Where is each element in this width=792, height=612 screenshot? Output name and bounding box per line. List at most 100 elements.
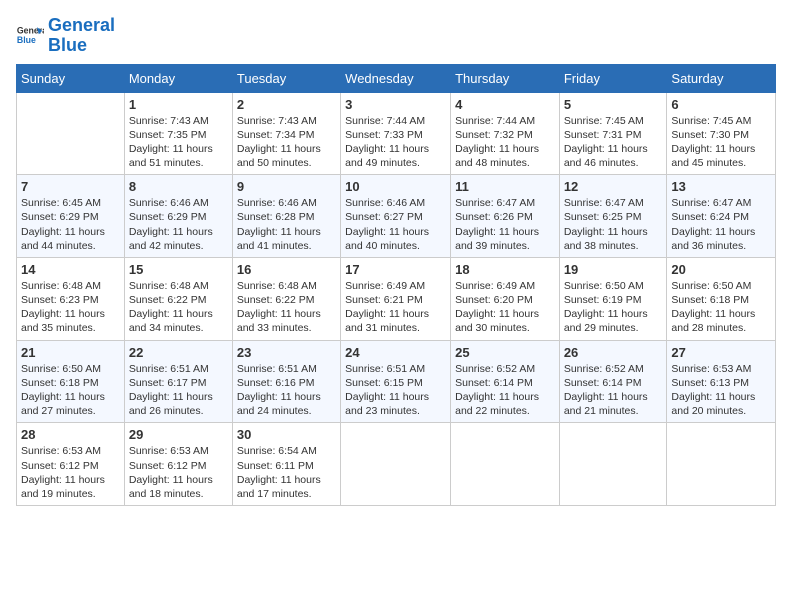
day-cell: 7 Sunrise: 6:45 AMSunset: 6:29 PMDaylight… — [17, 175, 125, 258]
day-info: Sunrise: 6:53 AMSunset: 6:12 PMDaylight:… — [21, 444, 120, 501]
day-info: Sunrise: 6:51 AMSunset: 6:15 PMDaylight:… — [345, 362, 446, 419]
day-info: Sunrise: 6:46 AMSunset: 6:29 PMDaylight:… — [129, 196, 228, 253]
day-cell: 22Sunrise: 6:51 AMSunset: 6:17 PMDayligh… — [124, 340, 232, 423]
calendar-header: SundayMondayTuesdayWednesdayThursdayFrid… — [17, 64, 776, 92]
day-cell: 10 Sunrise: 6:46 AMSunset: 6:27 PMDayligh… — [341, 175, 451, 258]
header-cell-saturday: Saturday — [667, 64, 776, 92]
day-number: 9 — [237, 179, 336, 194]
header-cell-wednesday: Wednesday — [341, 64, 451, 92]
header-cell-monday: Monday — [124, 64, 232, 92]
day-info: Sunrise: 7:45 AMSunset: 7:31 PMDaylight:… — [564, 114, 663, 171]
header-cell-friday: Friday — [559, 64, 667, 92]
day-cell: 16Sunrise: 6:48 AMSunset: 6:22 PMDayligh… — [232, 257, 340, 340]
day-number: 21 — [21, 345, 120, 360]
day-info: Sunrise: 6:47 AMSunset: 6:24 PMDaylight:… — [671, 196, 771, 253]
day-info: Sunrise: 7:43 AMSunset: 7:35 PMDaylight:… — [129, 114, 228, 171]
day-number: 26 — [564, 345, 663, 360]
week-row-2: 7 Sunrise: 6:45 AMSunset: 6:29 PMDaylight… — [17, 175, 776, 258]
day-info: Sunrise: 6:49 AMSunset: 6:20 PMDaylight:… — [455, 279, 555, 336]
day-info: Sunrise: 7:43 AMSunset: 7:34 PMDaylight:… — [237, 114, 336, 171]
day-info: Sunrise: 6:52 AMSunset: 6:14 PMDaylight:… — [455, 362, 555, 419]
day-number: 16 — [237, 262, 336, 277]
day-cell: 11 Sunrise: 6:47 AMSunset: 6:26 PMDayligh… — [451, 175, 560, 258]
day-cell: 23 Sunrise: 6:51 AMSunset: 6:16 PMDayligh… — [232, 340, 340, 423]
day-cell: 12Sunrise: 6:47 AMSunset: 6:25 PMDayligh… — [559, 175, 667, 258]
day-number: 15 — [129, 262, 228, 277]
calendar-body: 1 Sunrise: 7:43 AMSunset: 7:35 PMDaylight… — [17, 92, 776, 505]
header-row: SundayMondayTuesdayWednesdayThursdayFrid… — [17, 64, 776, 92]
day-cell — [17, 92, 125, 175]
day-info: Sunrise: 7:44 AMSunset: 7:33 PMDaylight:… — [345, 114, 446, 171]
logo: General Blue GeneralBlue — [16, 16, 115, 56]
day-number: 11 — [455, 179, 555, 194]
day-number: 13 — [671, 179, 771, 194]
day-info: Sunrise: 6:47 AMSunset: 6:26 PMDaylight:… — [455, 196, 555, 253]
day-number: 5 — [564, 97, 663, 112]
calendar-table: SundayMondayTuesdayWednesdayThursdayFrid… — [16, 64, 776, 506]
day-number: 28 — [21, 427, 120, 442]
day-cell — [451, 423, 560, 506]
day-number: 27 — [671, 345, 771, 360]
day-info: Sunrise: 6:51 AMSunset: 6:17 PMDaylight:… — [129, 362, 228, 419]
day-info: Sunrise: 6:46 AMSunset: 6:27 PMDaylight:… — [345, 196, 446, 253]
day-cell: 26 Sunrise: 6:52 AMSunset: 6:14 PMDayligh… — [559, 340, 667, 423]
day-cell: 15 Sunrise: 6:48 AMSunset: 6:22 PMDayligh… — [124, 257, 232, 340]
day-cell: 5 Sunrise: 7:45 AMSunset: 7:31 PMDaylight… — [559, 92, 667, 175]
day-cell: 13 Sunrise: 6:47 AMSunset: 6:24 PMDayligh… — [667, 175, 776, 258]
week-row-3: 14Sunrise: 6:48 AMSunset: 6:23 PMDayligh… — [17, 257, 776, 340]
day-cell: 28 Sunrise: 6:53 AMSunset: 6:12 PMDayligh… — [17, 423, 125, 506]
day-cell: 1 Sunrise: 7:43 AMSunset: 7:35 PMDaylight… — [124, 92, 232, 175]
day-info: Sunrise: 7:45 AMSunset: 7:30 PMDaylight:… — [671, 114, 771, 171]
day-cell — [559, 423, 667, 506]
day-info: Sunrise: 6:48 AMSunset: 6:23 PMDaylight:… — [21, 279, 120, 336]
day-info: Sunrise: 6:51 AMSunset: 6:16 PMDaylight:… — [237, 362, 336, 419]
header-cell-tuesday: Tuesday — [232, 64, 340, 92]
day-cell: 27 Sunrise: 6:53 AMSunset: 6:13 PMDayligh… — [667, 340, 776, 423]
day-cell: 30Sunrise: 6:54 AMSunset: 6:11 PMDayligh… — [232, 423, 340, 506]
day-cell: 9 Sunrise: 6:46 AMSunset: 6:28 PMDaylight… — [232, 175, 340, 258]
day-number: 10 — [345, 179, 446, 194]
day-info: Sunrise: 6:53 AMSunset: 6:12 PMDaylight:… — [129, 444, 228, 501]
day-cell: 19 Sunrise: 6:50 AMSunset: 6:19 PMDayligh… — [559, 257, 667, 340]
day-number: 3 — [345, 97, 446, 112]
logo-icon: General Blue — [16, 22, 44, 50]
day-number: 12 — [564, 179, 663, 194]
day-cell: 3 Sunrise: 7:44 AMSunset: 7:33 PMDaylight… — [341, 92, 451, 175]
day-cell: 21 Sunrise: 6:50 AMSunset: 6:18 PMDayligh… — [17, 340, 125, 423]
day-info: Sunrise: 6:50 AMSunset: 6:18 PMDaylight:… — [21, 362, 120, 419]
day-number: 23 — [237, 345, 336, 360]
day-cell: 25 Sunrise: 6:52 AMSunset: 6:14 PMDayligh… — [451, 340, 560, 423]
day-number: 4 — [455, 97, 555, 112]
day-cell: 4Sunrise: 7:44 AMSunset: 7:32 PMDaylight… — [451, 92, 560, 175]
day-number: 7 — [21, 179, 120, 194]
day-cell: 20Sunrise: 6:50 AMSunset: 6:18 PMDayligh… — [667, 257, 776, 340]
day-cell: 24Sunrise: 6:51 AMSunset: 6:15 PMDayligh… — [341, 340, 451, 423]
day-info: Sunrise: 6:48 AMSunset: 6:22 PMDaylight:… — [129, 279, 228, 336]
day-cell — [667, 423, 776, 506]
week-row-4: 21 Sunrise: 6:50 AMSunset: 6:18 PMDayligh… — [17, 340, 776, 423]
day-cell: 6Sunrise: 7:45 AMSunset: 7:30 PMDaylight… — [667, 92, 776, 175]
day-cell — [341, 423, 451, 506]
day-number: 8 — [129, 179, 228, 194]
day-info: Sunrise: 6:45 AMSunset: 6:29 PMDaylight:… — [21, 196, 120, 253]
week-row-5: 28 Sunrise: 6:53 AMSunset: 6:12 PMDayligh… — [17, 423, 776, 506]
header-cell-thursday: Thursday — [451, 64, 560, 92]
day-cell: 17Sunrise: 6:49 AMSunset: 6:21 PMDayligh… — [341, 257, 451, 340]
day-number: 17 — [345, 262, 446, 277]
day-info: Sunrise: 6:52 AMSunset: 6:14 PMDaylight:… — [564, 362, 663, 419]
day-info: Sunrise: 6:54 AMSunset: 6:11 PMDaylight:… — [237, 444, 336, 501]
day-number: 1 — [129, 97, 228, 112]
header-cell-sunday: Sunday — [17, 64, 125, 92]
day-cell: 18Sunrise: 6:49 AMSunset: 6:20 PMDayligh… — [451, 257, 560, 340]
week-row-1: 1 Sunrise: 7:43 AMSunset: 7:35 PMDaylight… — [17, 92, 776, 175]
day-cell: 2 Sunrise: 7:43 AMSunset: 7:34 PMDaylight… — [232, 92, 340, 175]
day-number: 19 — [564, 262, 663, 277]
day-info: Sunrise: 6:53 AMSunset: 6:13 PMDaylight:… — [671, 362, 771, 419]
day-cell: 8 Sunrise: 6:46 AMSunset: 6:29 PMDaylight… — [124, 175, 232, 258]
day-number: 25 — [455, 345, 555, 360]
page-header: General Blue GeneralBlue — [16, 16, 776, 56]
day-cell: 29Sunrise: 6:53 AMSunset: 6:12 PMDayligh… — [124, 423, 232, 506]
day-number: 2 — [237, 97, 336, 112]
day-info: Sunrise: 6:50 AMSunset: 6:19 PMDaylight:… — [564, 279, 663, 336]
day-info: Sunrise: 6:46 AMSunset: 6:28 PMDaylight:… — [237, 196, 336, 253]
